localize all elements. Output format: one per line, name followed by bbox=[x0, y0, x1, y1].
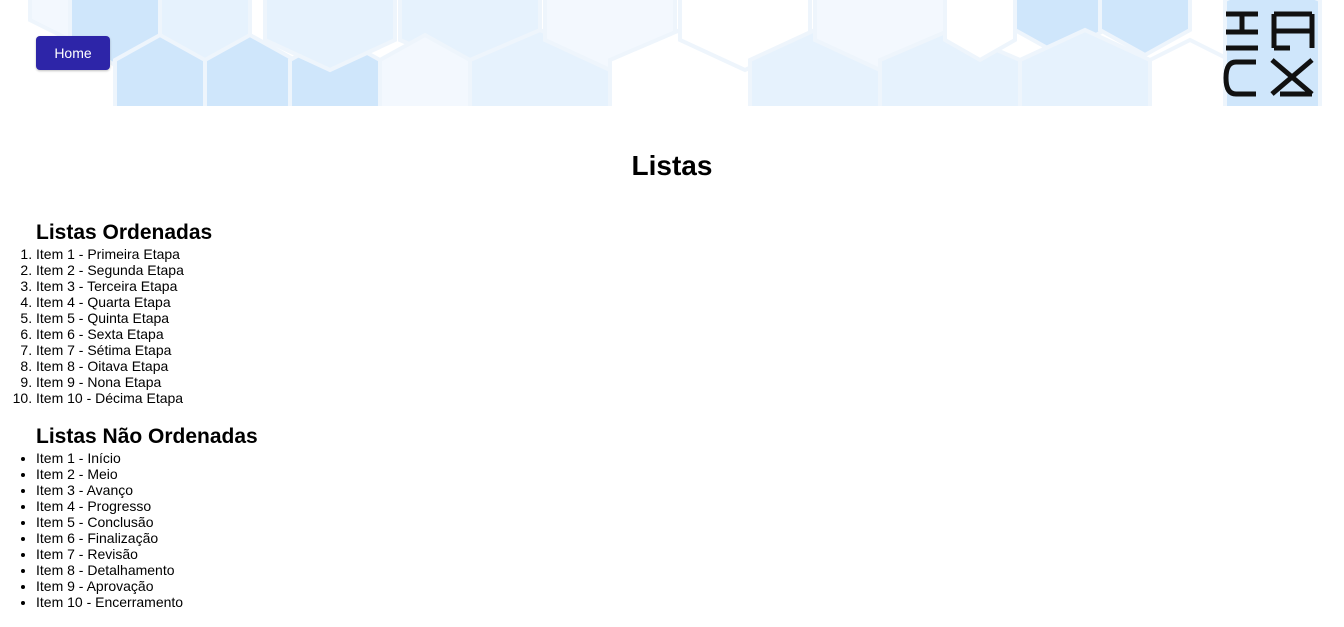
page-title: Listas bbox=[631, 150, 713, 181]
list-item: Item 9 - Aprovação bbox=[36, 578, 400, 594]
ordered-list-heading: Listas Ordenadas bbox=[36, 221, 213, 244]
list-item: Item 4 - Progresso bbox=[36, 498, 400, 514]
unordered-list-heading: Listas Não Ordenadas bbox=[36, 425, 258, 448]
list-item: Item 7 - Sétima Etapa bbox=[36, 342, 400, 358]
list-item: Item 5 - Conclusão bbox=[36, 514, 400, 530]
page-header: Home bbox=[0, 0, 1344, 106]
list-item: Item 8 - Detalhamento bbox=[36, 562, 400, 578]
list-item: Item 1 - Início bbox=[36, 450, 400, 466]
list-item: Item 6 - Finalização bbox=[36, 530, 400, 546]
list-item: Item 8 - Oitava Etapa bbox=[36, 358, 400, 374]
list-item: Item 2 - Meio bbox=[36, 466, 400, 482]
ordered-list-section: Listas Ordenadas Item 1 - Primeira Etapa… bbox=[0, 220, 400, 406]
home-button[interactable]: Home bbox=[36, 36, 110, 70]
ordered-list: Item 1 - Primeira Etapa Item 2 - Segunda… bbox=[0, 246, 400, 406]
list-item: Item 7 - Revisão bbox=[36, 546, 400, 562]
list-item: Item 10 - Décima Etapa bbox=[36, 390, 400, 406]
list-item: Item 9 - Nona Etapa bbox=[36, 374, 400, 390]
list-item: Item 4 - Quarta Etapa bbox=[36, 294, 400, 310]
unordered-list: Item 1 - Início Item 2 - Meio Item 3 - A… bbox=[0, 450, 400, 610]
list-item: Item 2 - Segunda Etapa bbox=[36, 262, 400, 278]
unordered-list-section: Listas Não Ordenadas Item 1 - Início Ite… bbox=[0, 424, 400, 610]
ebac-logo-icon bbox=[1223, 11, 1315, 97]
list-item: Item 6 - Sexta Etapa bbox=[36, 326, 400, 342]
hexagon-background bbox=[28, 0, 1322, 106]
list-item: Item 3 - Terceira Etapa bbox=[36, 278, 400, 294]
list-item: Item 10 - Encerramento bbox=[36, 594, 400, 610]
list-item: Item 5 - Quinta Etapa bbox=[36, 310, 400, 326]
list-item: Item 1 - Primeira Etapa bbox=[36, 246, 400, 262]
list-item: Item 3 - Avanço bbox=[36, 482, 400, 498]
